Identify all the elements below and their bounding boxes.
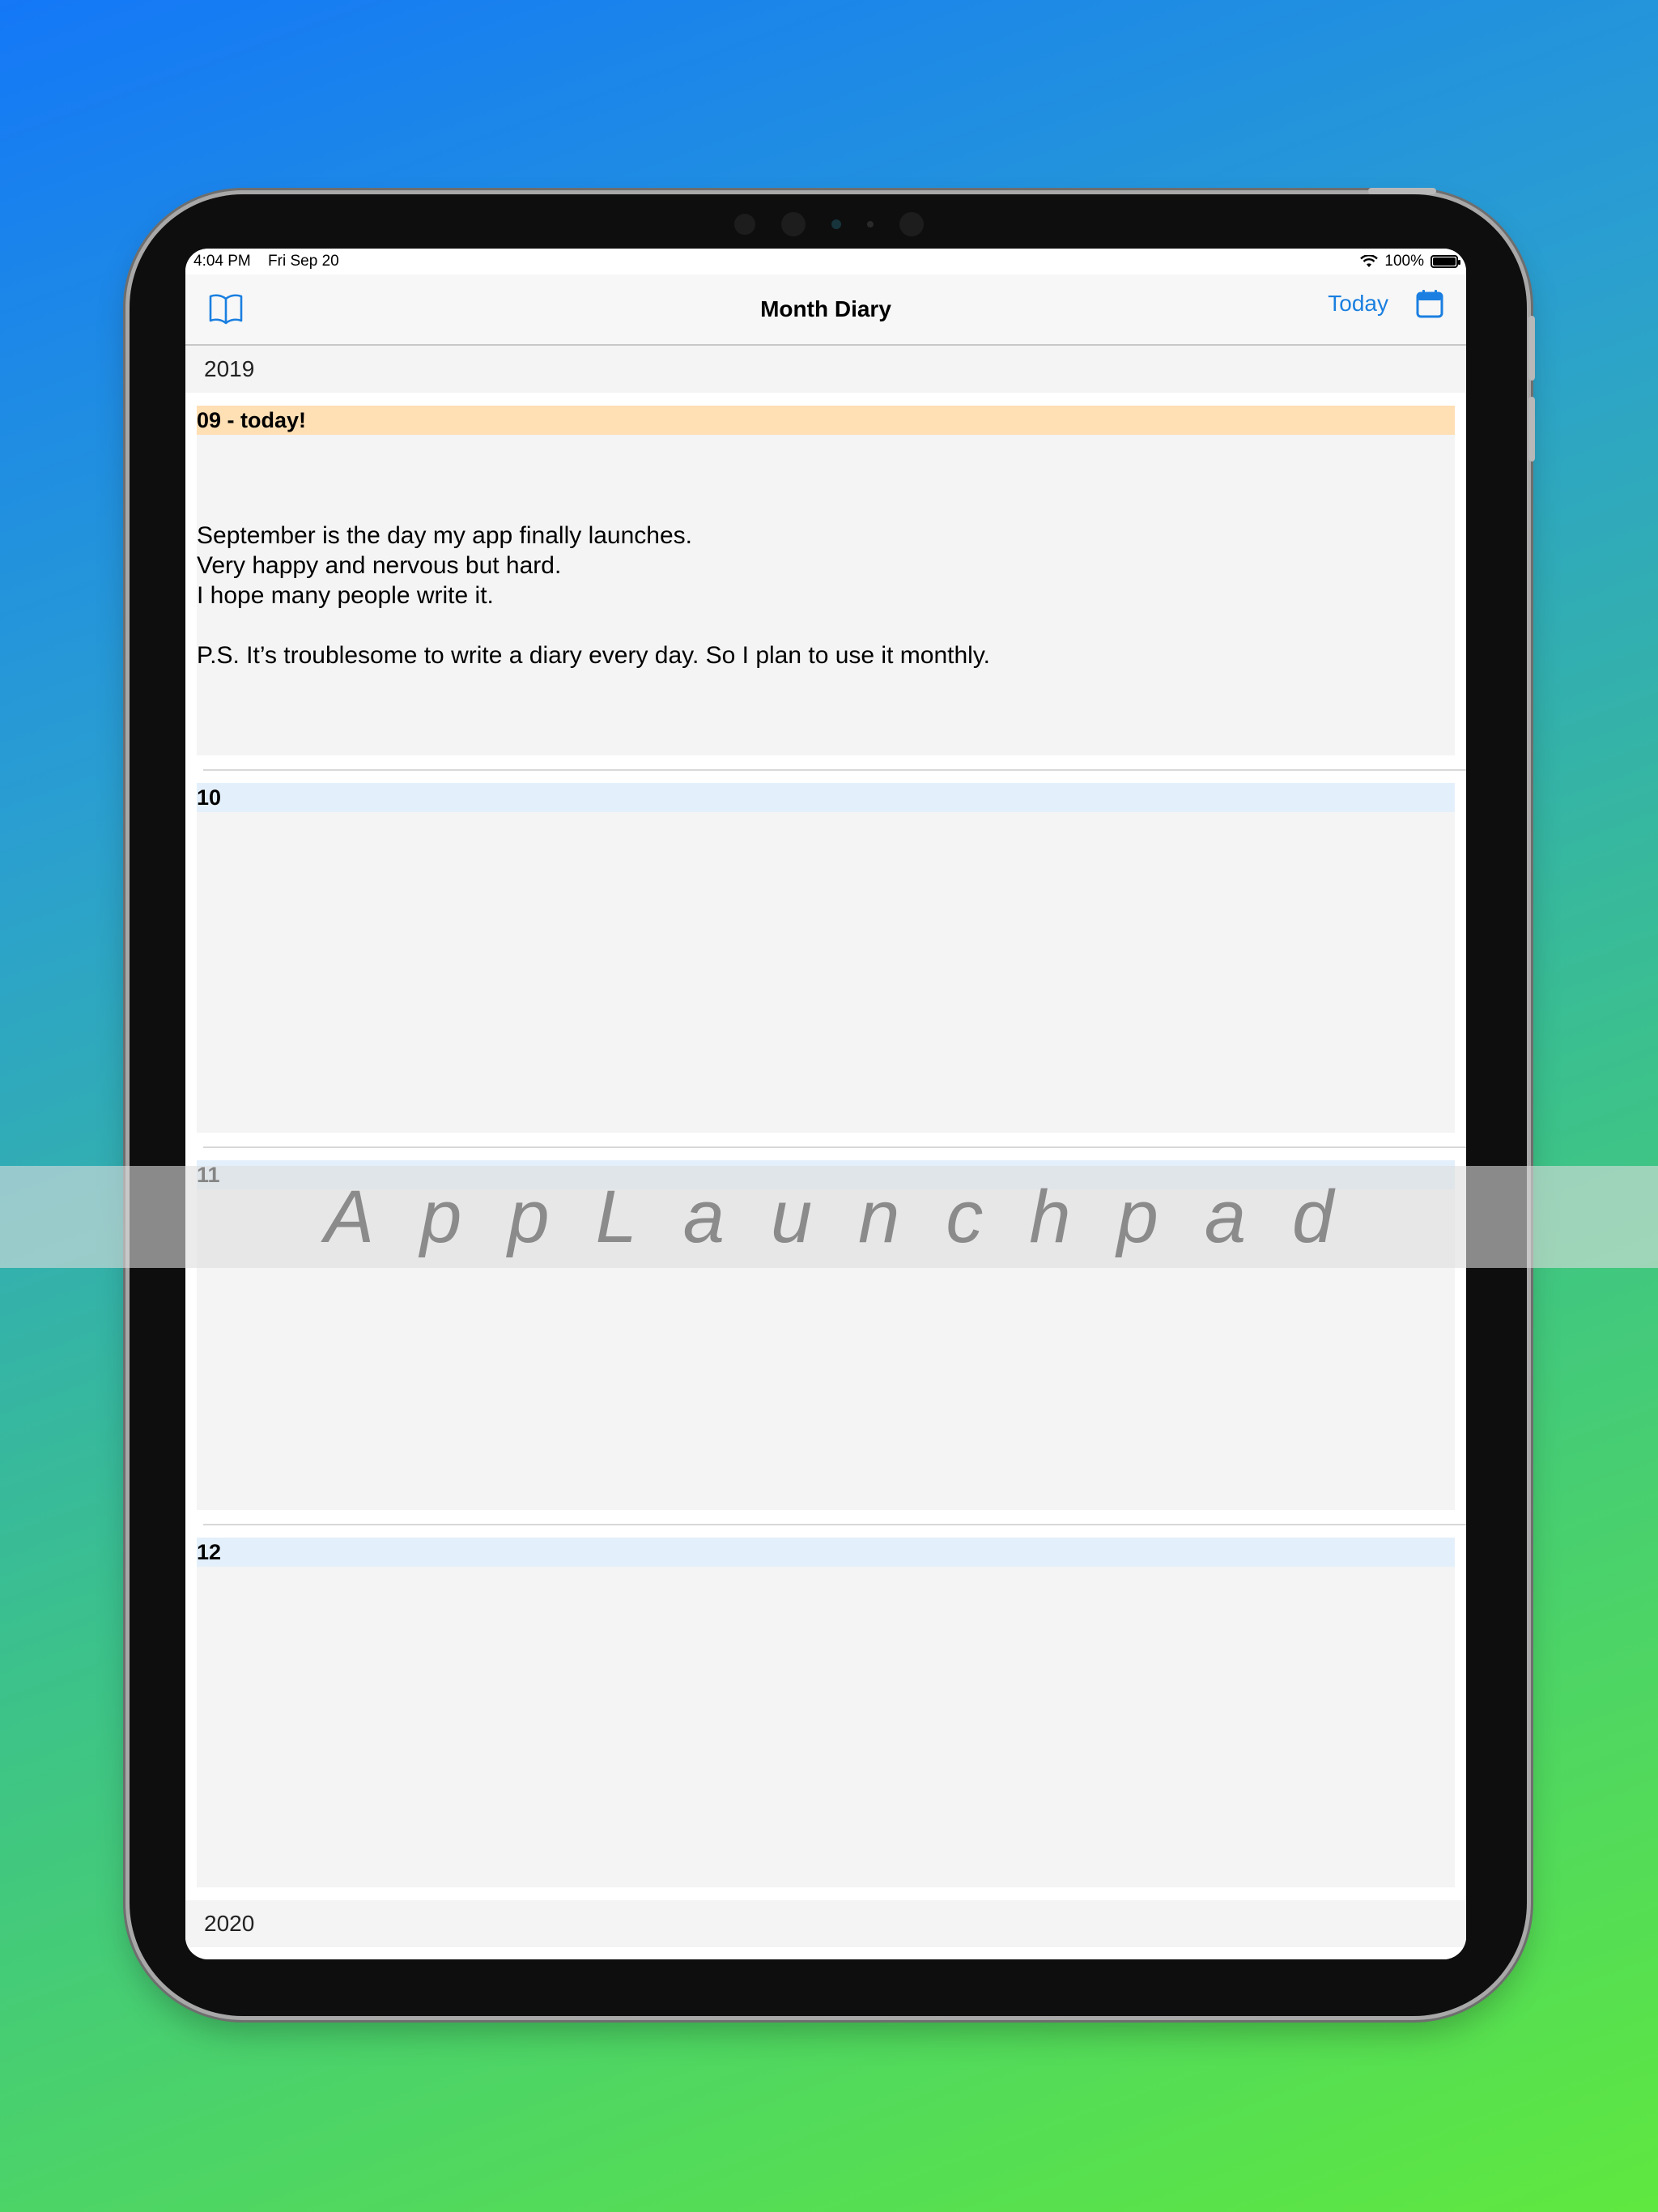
year-header: 2020 [185, 1900, 1466, 1947]
status-bar: 4:04 PM Fri Sep 20 100% [185, 249, 1466, 274]
month-label: 12 [197, 1538, 1455, 1567]
volume-up-button [1528, 316, 1535, 381]
watermark-text: AppLaunchpad [324, 1175, 1380, 1258]
diary-text[interactable]: September is the day my app finally laun… [197, 435, 1455, 670]
camera-sensors [0, 212, 1658, 236]
diary-list[interactable]: 2019 09 - today! September is the day my… [185, 346, 1466, 1959]
page-title: Month Diary [760, 296, 891, 321]
app-screen: 4:04 PM Fri Sep 20 100% Month Diary Toda… [185, 249, 1466, 1959]
month-entry[interactable]: 09 - today! September is the day my app … [185, 393, 1466, 771]
battery-percent: 100% [1384, 253, 1424, 270]
volume-down-button [1528, 397, 1535, 462]
month-entry[interactable]: 12 [185, 1525, 1466, 1887]
wifi-icon [1360, 255, 1379, 267]
status-time: 4:04 PM [193, 253, 251, 270]
watermark-banner: AppLaunchpad [0, 1166, 1658, 1268]
battery-icon [1431, 255, 1460, 268]
month-label: 09 - today! [197, 406, 1455, 435]
calendar-icon[interactable] [1416, 289, 1443, 318]
top-button [1368, 188, 1436, 194]
status-date: Fri Sep 20 [268, 253, 339, 270]
month-entry[interactable]: 10 [185, 771, 1466, 1148]
month-label: 10 [197, 783, 1455, 812]
today-button[interactable]: Today [1328, 291, 1388, 317]
year-header: 2019 [185, 346, 1466, 393]
navigation-bar: Month Diary Today [185, 274, 1466, 346]
